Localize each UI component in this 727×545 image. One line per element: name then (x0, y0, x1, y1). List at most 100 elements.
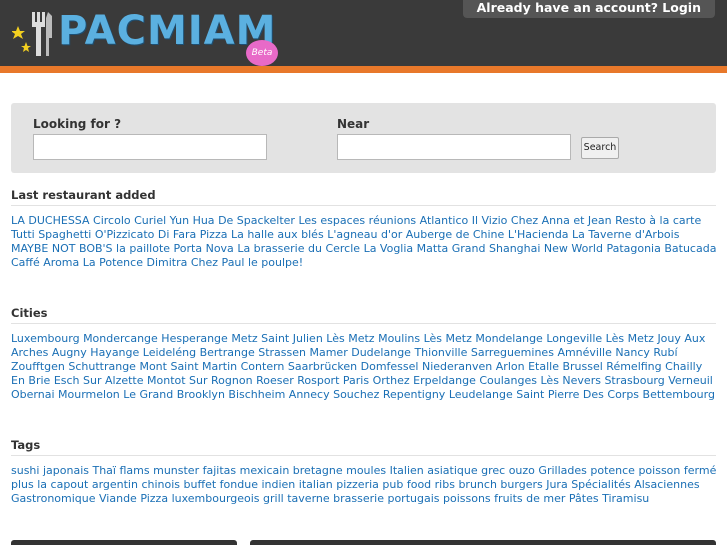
tag-link[interactable]: brasserie (333, 492, 384, 505)
city-link[interactable]: Bettembourg (643, 388, 715, 401)
city-link[interactable]: Sarreguemines (471, 346, 554, 359)
restaurant-link[interactable]: La Potence (83, 256, 143, 269)
city-link[interactable]: Mamer (309, 346, 347, 359)
city-link[interactable]: Strasbourg (604, 374, 664, 387)
city-link[interactable]: Hesperange (161, 332, 228, 345)
tag-link[interactable]: plus la capout (11, 478, 88, 491)
tag-link[interactable]: Spécialités Alsaciennes (571, 478, 699, 491)
restaurant-link[interactable]: LA DUCHESSA (11, 214, 90, 227)
tag-link[interactable]: brunch (458, 478, 496, 491)
restaurant-link[interactable]: Tutti Spaghetti (11, 228, 91, 241)
site-logo[interactable]: PACMIAM Beta (12, 4, 282, 66)
tag-link[interactable]: asiatique (427, 464, 477, 477)
city-link[interactable]: Dudelange (351, 346, 411, 359)
city-link[interactable]: Moulins Lès Metz (378, 332, 472, 345)
city-link[interactable]: Amnéville (557, 346, 611, 359)
tag-link[interactable]: potence (590, 464, 635, 477)
city-link[interactable]: Mondercange (83, 332, 158, 345)
login-link[interactable]: Already have an account? Login (462, 0, 715, 18)
restaurant-link[interactable]: De Spackelter (218, 214, 295, 227)
city-link[interactable]: Brussel (562, 360, 602, 373)
restaurant-link[interactable]: Chez Paul (191, 256, 245, 269)
restaurant-link[interactable]: Il Vizio (472, 214, 508, 227)
restaurant-link[interactable]: Atlantico (420, 214, 469, 227)
restaurant-link[interactable]: la paillote (116, 242, 170, 255)
restaurant-link[interactable]: La Voglia Matta (364, 242, 449, 255)
tag-link[interactable]: Thaï (92, 464, 116, 477)
city-link[interactable]: Rubí (653, 346, 677, 359)
restaurant-link[interactable]: Auberge de Chine (406, 228, 505, 241)
restaurant-link[interactable]: New World (544, 242, 603, 255)
tag-link[interactable]: taverne (287, 492, 329, 505)
tag-link[interactable]: moules (346, 464, 386, 477)
tag-link[interactable]: munster (153, 464, 199, 477)
city-link[interactable]: Coulanges Lès Nevers (479, 374, 601, 387)
city-link[interactable]: Saint Julien Lès Metz (261, 332, 374, 345)
tag-link[interactable]: grec (481, 464, 505, 477)
restaurant-link[interactable]: Circolo Curiel (93, 214, 166, 227)
city-link[interactable]: Zoufftgen (11, 360, 65, 373)
tag-link[interactable]: luxembourgeois (172, 492, 260, 505)
city-link[interactable]: Schuttrange (68, 360, 136, 373)
tag-link[interactable]: ribs (435, 478, 455, 491)
city-link[interactable]: Montot Sur Rognon (147, 374, 253, 387)
tag-link[interactable]: chinois (141, 478, 180, 491)
city-link[interactable]: Etalle (528, 360, 559, 373)
tag-link[interactable]: Pâtes (569, 492, 599, 505)
restaurant-link[interactable]: le poulpe! (248, 256, 303, 269)
tag-link[interactable]: fajitas (203, 464, 237, 477)
city-link[interactable]: Niederanven (422, 360, 492, 373)
city-link[interactable]: Longeville Lès Metz (546, 332, 654, 345)
city-link[interactable]: Brooklyn (177, 388, 225, 401)
city-link[interactable]: Annecy (289, 388, 330, 401)
restaurant-link[interactable]: Les espaces réunions (298, 214, 416, 227)
city-link[interactable]: Hayange (90, 346, 139, 359)
tag-link[interactable]: fondue (220, 478, 258, 491)
city-link[interactable]: Leideléng (143, 346, 196, 359)
tag-link[interactable]: fruits de mer (494, 492, 565, 505)
city-link[interactable]: Verneuil (668, 374, 713, 387)
restaurant-link[interactable]: La Taverne d'Arbois (572, 228, 679, 241)
tag-link[interactable]: poissons (443, 492, 491, 505)
city-link[interactable]: Augny (52, 346, 87, 359)
tag-link[interactable]: pizzeria (336, 478, 379, 491)
tag-link[interactable]: bretagne (293, 464, 343, 477)
tag-link[interactable]: Grillades (538, 464, 586, 477)
restaurant-link[interactable]: Resto à la carte (615, 214, 701, 227)
city-link[interactable]: Strassen (258, 346, 306, 359)
city-link[interactable]: Nancy (615, 346, 650, 359)
restaurant-link[interactable]: Grand Shanghai (452, 242, 541, 255)
restaurant-link[interactable]: Porta Nova (174, 242, 234, 255)
tag-link[interactable]: pub food (382, 478, 431, 491)
looking-for-input[interactable] (33, 134, 267, 160)
restaurant-link[interactable]: La brasserie du Cercle (237, 242, 360, 255)
city-link[interactable]: Rosport (297, 374, 339, 387)
tag-link[interactable]: sushi (11, 464, 39, 477)
tag-link[interactable]: indien (261, 478, 295, 491)
restaurant-link[interactable]: Chez Anna et Jean (511, 214, 612, 227)
near-input[interactable] (337, 134, 571, 160)
restaurant-link[interactable]: Di Fara Pizza (158, 228, 228, 241)
restaurant-link[interactable]: Caffé Aroma (11, 256, 79, 269)
city-link[interactable]: Souchez (333, 388, 379, 401)
tag-link[interactable]: Viande (99, 492, 137, 505)
tag-link[interactable]: portugais (387, 492, 439, 505)
city-link[interactable]: Mont Saint Martin (139, 360, 237, 373)
restaurant-link[interactable]: Patagonia (606, 242, 660, 255)
city-link[interactable]: Orthez (373, 374, 410, 387)
city-link[interactable]: Mourmelon Le Grand (58, 388, 173, 401)
city-link[interactable]: Metz (231, 332, 257, 345)
city-link[interactable]: Roeser (256, 374, 294, 387)
tag-link[interactable]: japonais (43, 464, 89, 477)
city-link[interactable]: Esch Sur Alzette (54, 374, 144, 387)
tag-link[interactable]: Italien (390, 464, 424, 477)
tag-link[interactable]: flams (119, 464, 149, 477)
city-link[interactable]: Saint Pierre Des Corps (516, 388, 639, 401)
restaurant-link[interactable]: La halle aux blés (231, 228, 324, 241)
city-link[interactable]: Saarbrücken (288, 360, 357, 373)
restaurant-link[interactable]: Dimitra (146, 256, 187, 269)
city-link[interactable]: Arlon (496, 360, 525, 373)
city-link[interactable]: Erpeldange (413, 374, 476, 387)
city-link[interactable]: Rémelfing (606, 360, 661, 373)
city-link[interactable]: Bischheim (228, 388, 285, 401)
